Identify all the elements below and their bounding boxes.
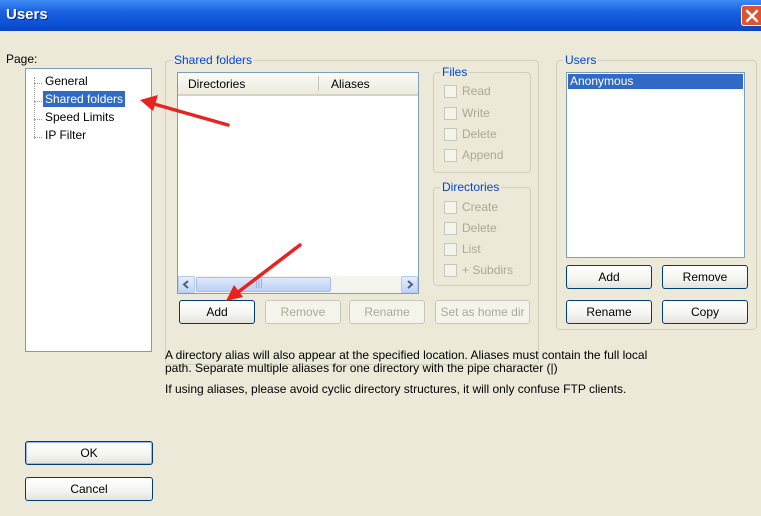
- arrow-to-shared-folders: [140, 95, 230, 127]
- annotation-arrows: [140, 95, 302, 301]
- arrow-to-add-button: [226, 243, 302, 301]
